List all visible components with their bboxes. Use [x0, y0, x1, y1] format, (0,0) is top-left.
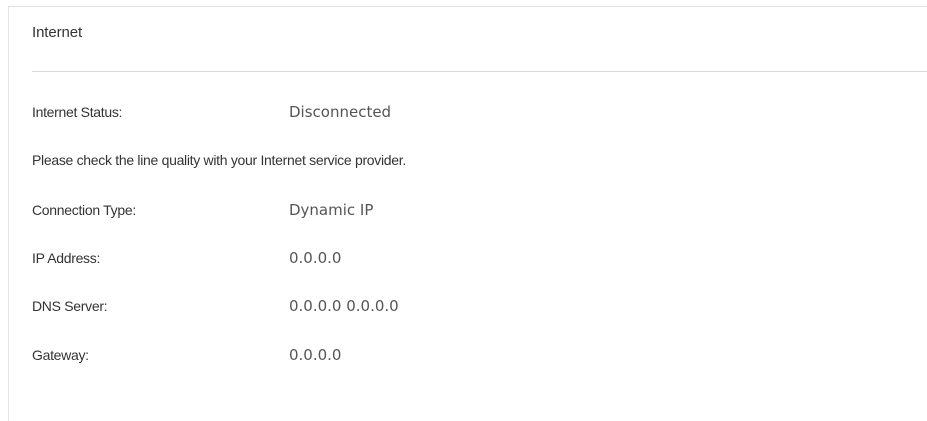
title-divider — [32, 71, 927, 72]
dns-server-label: DNS Server: — [32, 298, 108, 314]
internet-status-value: Disconnected — [289, 103, 392, 121]
status-message: Please check the line quality with your … — [32, 152, 406, 168]
internet-status-row: Internet Status: Disconnected — [32, 103, 892, 124]
dns-server-row: DNS Server: 0.0.0.0 0.0.0.0 — [32, 297, 892, 318]
internet-panel: Internet Internet Status: Disconnected P… — [8, 6, 927, 421]
connection-type-label: Connection Type: — [32, 202, 136, 218]
connection-type-row: Connection Type: Dynamic IP — [32, 201, 892, 222]
gateway-label: Gateway: — [32, 347, 89, 363]
internet-status-label: Internet Status: — [32, 104, 123, 120]
gateway-value: 0.0.0.0 — [289, 346, 342, 364]
ip-address-value: 0.0.0.0 — [289, 249, 342, 267]
gateway-row: Gateway: 0.0.0.0 — [32, 346, 892, 367]
panel-title: Internet — [32, 24, 83, 41]
dns-server-value: 0.0.0.0 0.0.0.0 — [289, 297, 399, 315]
ip-address-row: IP Address: 0.0.0.0 — [32, 249, 892, 270]
connection-type-value: Dynamic IP — [289, 201, 374, 219]
ip-address-label: IP Address: — [32, 250, 101, 266]
